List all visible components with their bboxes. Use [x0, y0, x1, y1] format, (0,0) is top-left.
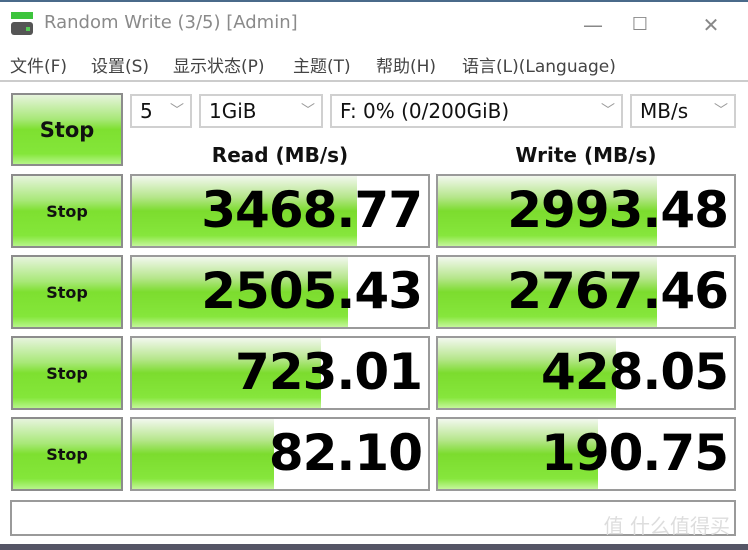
read-result-cell: 82.10	[130, 417, 430, 491]
chevron-down-icon: ﹀	[301, 103, 315, 119]
test-stop-button[interactable]: Stop	[11, 417, 123, 491]
menu-theme[interactable]: 主题(T)	[293, 52, 351, 77]
menu-file[interactable]: 文件(F)	[10, 52, 67, 77]
window-title: Random Write (3/5) [Admin]	[44, 12, 298, 33]
write-value: 428.05	[541, 343, 729, 401]
menu-language[interactable]: 语言(L)(Language)	[462, 52, 616, 77]
read-header: Read (MB/s)	[211, 143, 349, 167]
write-result-cell: 428.05	[436, 336, 736, 410]
write-result-cell: 2767.46	[436, 255, 736, 329]
all-stop-button[interactable]: Stop	[11, 93, 123, 166]
drive-value: F: 0% (0/200GiB)	[340, 99, 510, 123]
size-value: 1GiB	[209, 99, 257, 123]
title-bar: Random Write (3/5) [Admin] — ☐ ✕	[0, 2, 748, 46]
write-result-cell: 2993.48	[436, 174, 736, 248]
menu-profile[interactable]: 显示状态(P)	[173, 52, 265, 77]
chevron-down-icon: ﹀	[601, 103, 615, 119]
write-result-cell: 190.75	[436, 417, 736, 491]
disk-benchmark-icon	[11, 12, 33, 36]
write-value: 190.75	[541, 424, 729, 482]
read-value: 2505.43	[201, 262, 423, 320]
read-value: 723.01	[235, 343, 423, 401]
chevron-down-icon: ﹀	[170, 103, 184, 119]
count-value: 5	[140, 99, 153, 123]
unit-select[interactable]: MB/s ﹀	[630, 94, 736, 128]
menu-help[interactable]: 帮助(H)	[376, 52, 436, 77]
minimize-button[interactable]: —	[570, 6, 616, 44]
watermark: 值 什么值得买	[603, 514, 730, 538]
chevron-down-icon: ﹀	[714, 103, 728, 119]
test-stop-button[interactable]: Stop	[11, 174, 123, 248]
count-select[interactable]: 5 ﹀	[130, 94, 192, 128]
read-value: 3468.77	[201, 181, 423, 239]
write-header: Write (MB/s)	[515, 143, 657, 167]
test-stop-button[interactable]: Stop	[11, 255, 123, 329]
write-value: 2993.48	[507, 181, 729, 239]
read-progress-bar	[132, 419, 275, 489]
unit-value: MB/s	[640, 99, 689, 123]
menu-settings[interactable]: 设置(S)	[91, 52, 149, 77]
read-result-cell: 3468.77	[130, 174, 430, 248]
read-value: 82.10	[268, 424, 423, 482]
write-value: 2767.46	[507, 262, 729, 320]
size-select[interactable]: 1GiB ﹀	[199, 94, 323, 128]
window-bottom-border	[0, 544, 748, 550]
read-result-cell: 723.01	[130, 336, 430, 410]
maximize-button[interactable]: ☐	[617, 6, 663, 44]
read-result-cell: 2505.43	[130, 255, 430, 329]
test-stop-button[interactable]: Stop	[11, 336, 123, 410]
drive-select[interactable]: F: 0% (0/200GiB) ﹀	[330, 94, 623, 128]
close-button[interactable]: ✕	[688, 6, 734, 44]
menu-bar: 文件(F) 设置(S) 显示状态(P) 主题(T) 帮助(H) 语言(L)(La…	[0, 48, 748, 82]
